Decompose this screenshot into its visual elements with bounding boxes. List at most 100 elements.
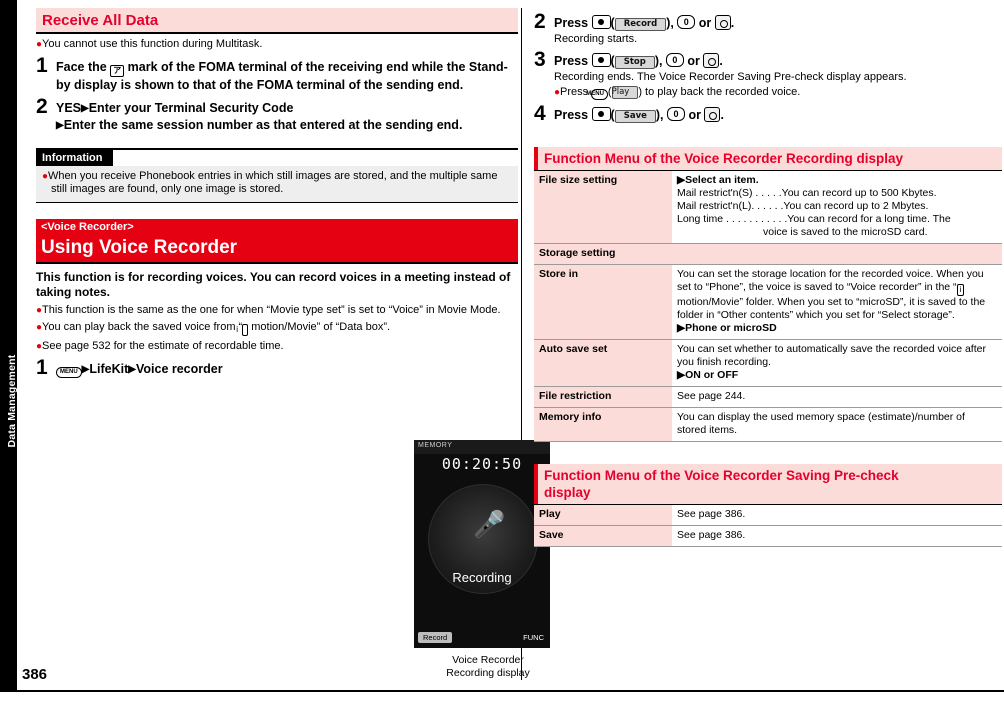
bullet-playback: ●You can play back the saved voice from … <box>36 321 391 336</box>
zero-key-icon[interactable] <box>677 14 696 30</box>
voice-recorder-label: Voice recorder <box>135 361 223 376</box>
select-an-item: ▶Select an item. <box>677 174 759 186</box>
step-number: 4 <box>534 102 546 125</box>
table-row: Save See page 386. <box>534 525 1002 547</box>
softkey-stop-label: Stop <box>614 56 655 69</box>
side-tab-bar: Data Management <box>0 0 18 690</box>
arrow-icon: ▶ <box>81 102 89 114</box>
mail-restrict-s: Mail restrict'n(S) . . . . .You can reco… <box>677 187 937 199</box>
center-key-icon[interactable] <box>591 15 611 29</box>
row-key-store-in: Store in <box>534 264 672 340</box>
row-value-auto-save-set: You can set whether to automatically sav… <box>672 339 1002 387</box>
phone-caption-line1: Voice Recorder <box>452 654 524 666</box>
felica-mark-icon: ア <box>110 64 125 77</box>
bullet-page532: ●See page 532 for the estimate of record… <box>36 340 518 354</box>
table-row: File restriction See page 244. <box>534 386 1002 408</box>
center-key-icon[interactable] <box>591 53 611 67</box>
manual-page: Data Management 386 Receive All Data ●Yo… <box>0 0 1004 704</box>
camera-key-icon[interactable] <box>703 53 720 68</box>
zero-key-icon[interactable] <box>667 106 685 122</box>
step-number: 1 <box>36 53 48 77</box>
press-label: Press <box>554 108 589 122</box>
row-value-save: See page 386. <box>672 525 1002 547</box>
or-label: or <box>687 54 700 68</box>
zero-key-icon[interactable] <box>665 52 684 68</box>
bullet-movie-type: ●This function is the same as the one fo… <box>36 304 518 318</box>
menu-key-icon[interactable]: MENU <box>586 89 608 100</box>
step-text: Press (Record), or . <box>554 14 1002 31</box>
table-row: Storage setting <box>534 243 1002 265</box>
microphone-icon: 🎤 <box>473 509 506 539</box>
section-title-receive-all-data: Receive All Data <box>36 8 518 34</box>
i-motion-icon: i <box>236 324 249 336</box>
phone-softkey-record[interactable]: Record <box>418 632 453 643</box>
step-text: Press (Stop), or . <box>554 52 1002 69</box>
table-row: Memory info You can display the used mem… <box>534 407 1002 442</box>
voice-recorder-section-header: <Voice Recorder> Using Voice Recorder <box>36 218 518 264</box>
row-key-auto-save-set: Auto save set <box>534 339 672 387</box>
arrow-icon: ▶ <box>56 119 64 131</box>
press-label: Press <box>554 16 589 30</box>
press-label: Press <box>560 86 589 98</box>
softkey-play-label: Play <box>611 86 639 99</box>
phone-status-text: MEMORY <box>418 442 453 449</box>
phone-softkeys: Record FUNC <box>414 632 550 645</box>
side-tab-label: Data Management <box>6 354 18 448</box>
function-menu-recording-table: File size setting ▶Select an item. Mail … <box>534 171 1002 442</box>
menu-key-icon[interactable]: MENU <box>56 366 82 378</box>
or-label: or <box>688 108 701 122</box>
step-1-face: 1 Face the ア mark of the FOMA terminal o… <box>36 55 518 93</box>
bullet-text: See page 532 for the estimate of recorda… <box>42 340 284 352</box>
phone-softkey-func[interactable]: FUNC <box>521 632 546 643</box>
row-key-play: Play <box>534 505 672 526</box>
store-in-options: ▶Phone or microSD <box>677 322 777 334</box>
lifekit-label: LifeKit <box>89 361 129 376</box>
row-value-file-size-setting: ▶Select an item. Mail restrict'n(S) . . … <box>672 171 1002 244</box>
step-text: Press (Save), or . <box>554 106 1002 123</box>
row-key-save: Save <box>534 525 672 547</box>
step-number: 2 <box>36 94 48 118</box>
row-value-file-restriction: See page 244. <box>672 386 1002 408</box>
i-motion-icon: i <box>956 284 965 296</box>
bottom-rule <box>0 690 1004 692</box>
row-value-store-in: You can set the storage location for the… <box>672 264 1002 340</box>
step2-code-label: Enter your Terminal Security Code <box>88 100 294 115</box>
step-3-sub: Recording ends. The Voice Recorder Savin… <box>554 71 907 83</box>
camera-key-icon[interactable] <box>704 107 721 122</box>
step-number: 3 <box>534 48 546 71</box>
step-2-press-record: 2 Press (Record), or . Recording starts. <box>534 11 1002 46</box>
table-row: Auto save set You can set whether to aut… <box>534 339 1002 387</box>
auto-save-desc: You can set whether to automatically sav… <box>677 343 986 368</box>
row-key-storage-setting: Storage setting <box>534 243 1002 265</box>
arrow-icon: ▶ <box>128 363 136 375</box>
long-time-cont: voice is saved to the microSD card. <box>763 226 928 238</box>
phone-caption: Voice Recorder Recording display <box>414 654 562 680</box>
phone-record-time: 00:20:50 <box>441 455 523 473</box>
right-column: 2 Press (Record), or . Recording starts.… <box>534 8 1002 547</box>
row-value-play: See page 386. <box>672 505 1002 526</box>
fn2-title-line1: Function Menu of the Voice Recorder Savi… <box>544 468 899 483</box>
center-key-icon[interactable] <box>591 107 611 121</box>
phone-screen: MEMORY 00:20:50 🎤 Recording Record FUNC <box>414 440 550 648</box>
softkey-record-label: Record <box>614 18 667 31</box>
press-label: Press <box>554 54 589 68</box>
camera-key-icon[interactable] <box>714 15 731 30</box>
step-1-menu-lifekit: 1 MENU ▶LifeKit▶Voice recorder <box>36 357 518 378</box>
step-text: MENU ▶LifeKit▶Voice recorder <box>56 361 518 378</box>
row-key-file-restriction: File restriction <box>534 386 672 408</box>
step-3-bullet: ●Press MENU (Play) to play back the recor… <box>554 86 801 100</box>
section-title-using-voice-recorder: Using Voice Recorder <box>36 234 518 264</box>
step2-session-label: Enter the same session number as that en… <box>63 117 463 132</box>
phone-recording-label: Recording <box>452 570 512 585</box>
left-column: Receive All Data ●You cannot use this fu… <box>36 8 550 679</box>
table-row: Store in You can set the storage locatio… <box>534 264 1002 340</box>
table-row: Play See page 386. <box>534 505 1002 526</box>
function-menu-saving-title: Function Menu of the Voice Recorder Savi… <box>534 464 1002 505</box>
information-text: When you receive Phonebook entries in wh… <box>48 169 498 196</box>
bullet-text: This function is the same as the one for… <box>42 303 501 316</box>
step2-yes-label: YES <box>56 100 82 115</box>
function-menu-recording-title: Function Menu of the Voice Recorder Reco… <box>534 147 1002 171</box>
mail-restrict-l: Mail restrict'n(L). . . . . .You can rec… <box>677 200 929 212</box>
step-text: YES▶Enter your Terminal Security Code ▶En… <box>56 100 518 134</box>
step-2-yes: 2 YES▶Enter your Terminal Security Code ▶… <box>36 96 518 134</box>
